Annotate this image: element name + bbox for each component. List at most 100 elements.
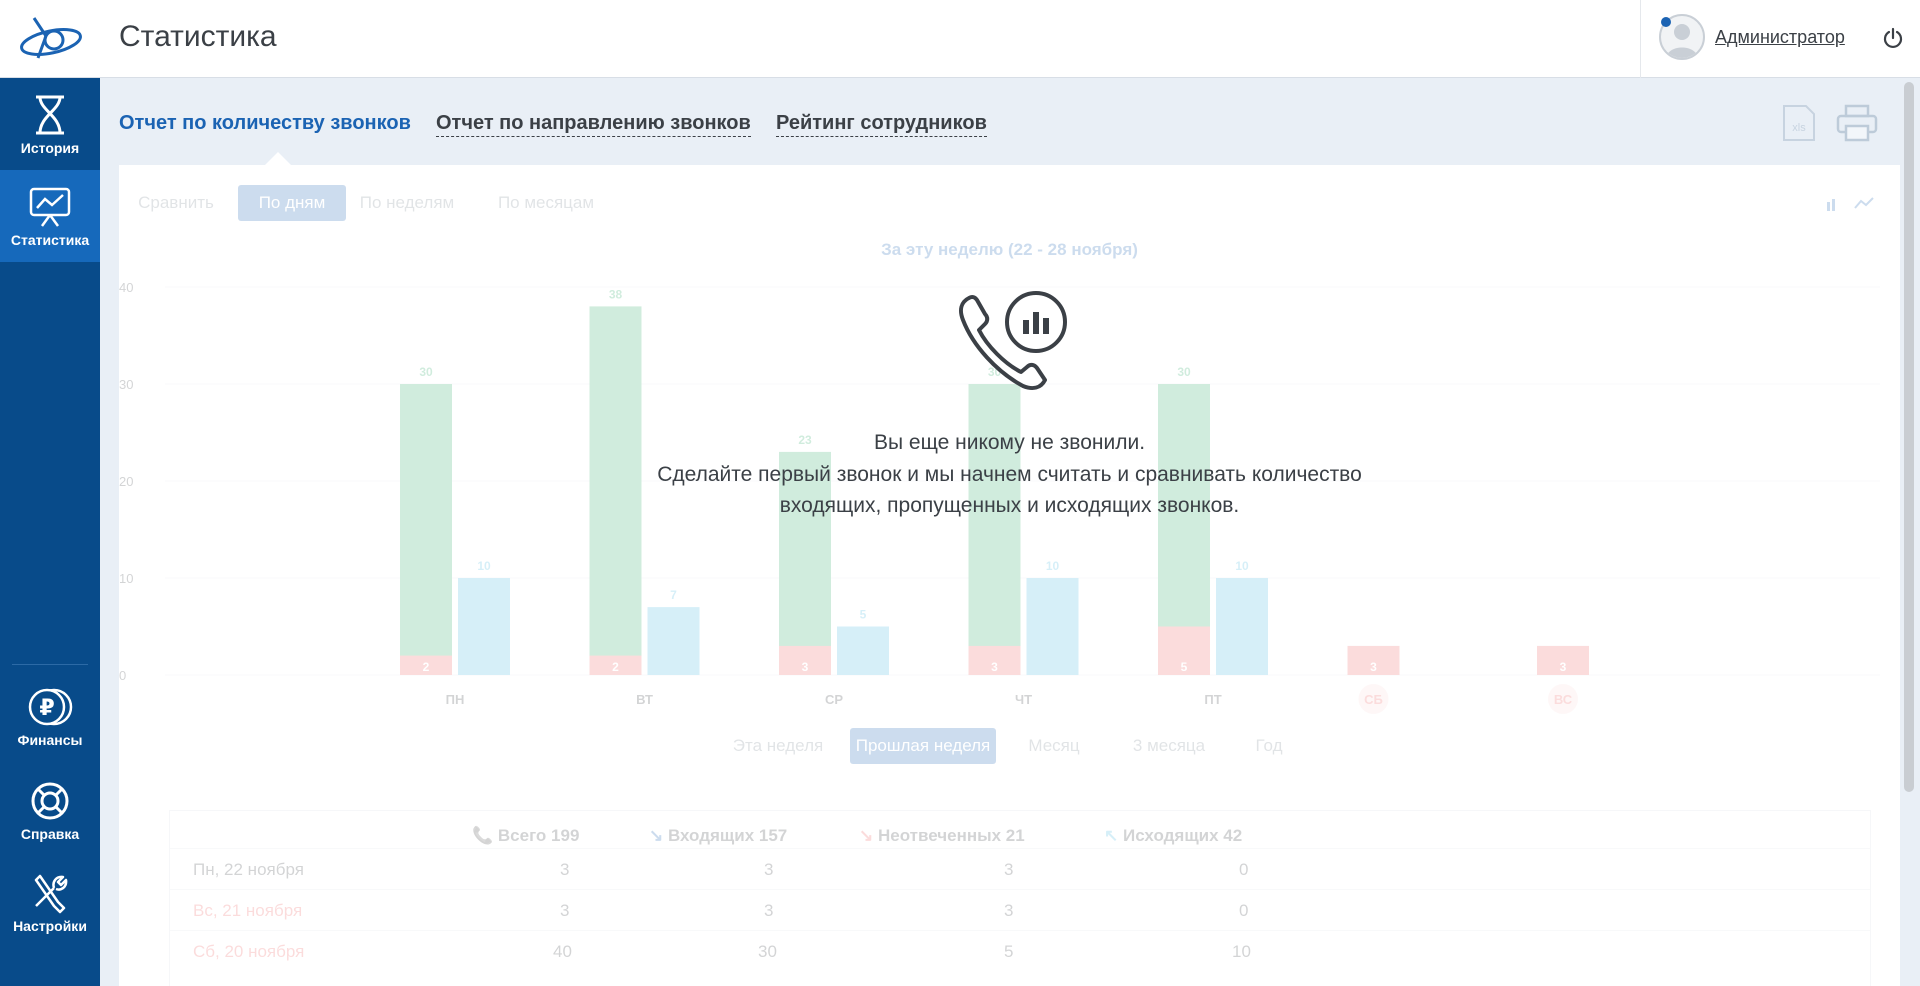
user-block: Администратор [1640, 0, 1920, 78]
table-row[interactable]: Вс, 21 ноября 3 3 3 0 [170, 889, 1870, 931]
sidebar-item-settings[interactable]: Настройки [0, 872, 100, 934]
data-label: 2 [612, 660, 619, 674]
data-label: 30 [1177, 365, 1191, 379]
data-label: 10 [1235, 559, 1249, 573]
period-month[interactable]: Месяц [1009, 728, 1099, 764]
header-outgoing: ↖ Исходящих 42 [1104, 826, 1243, 845]
data-label: 3 [991, 660, 998, 674]
x-tick-label: ЧТ [1015, 692, 1032, 707]
bar-total [589, 306, 642, 675]
phone-icon: 📞 [472, 826, 498, 845]
bar-outgoing [1216, 578, 1268, 675]
tab-calls-count[interactable]: Отчет по количеству звонков [119, 112, 411, 136]
svg-text:₽: ₽ [39, 696, 54, 721]
bar-chart-mode-icon[interactable] [1825, 197, 1841, 211]
row-outgoing: 10 [1232, 942, 1251, 961]
header-total: 📞 Всего 199 [472, 826, 580, 845]
empty-state-text: входящих, пропущенных и исходящих звонко… [779, 494, 1240, 517]
tools-icon [34, 874, 68, 914]
header-incoming: ↘ Входящих 157 [649, 826, 788, 845]
page-title: Статистика [119, 20, 277, 53]
table-row[interactable]: Сб, 20 ноября 40 30 5 10 [170, 930, 1870, 972]
bar-total [968, 384, 1021, 675]
data-label: 3 [802, 660, 809, 674]
hourglass-icon [36, 95, 64, 135]
active-tab-pointer [265, 152, 291, 165]
sidebar-divider [12, 664, 88, 665]
x-tick-label: СБ [1364, 692, 1383, 707]
row-total: 3 [560, 860, 570, 879]
compare-toggle[interactable]: Сравнить [131, 185, 221, 221]
y-tick-label: 40 [119, 280, 133, 295]
outgoing-arrow-icon: ↖ [1104, 826, 1123, 845]
incoming-arrow-icon: ↘ [649, 826, 668, 845]
x-tick-label: ВТ [636, 692, 653, 707]
row-missed: 3 [1004, 901, 1014, 920]
row-missed: 3 [1004, 860, 1014, 879]
power-icon[interactable] [1881, 26, 1905, 50]
bar-outgoing [837, 626, 889, 675]
online-status-dot [1661, 17, 1671, 27]
sidebar-item-statistics[interactable]: Статистика [0, 186, 100, 248]
group-by-weeks[interactable]: По неделям [351, 185, 463, 221]
data-label: 2 [423, 660, 430, 674]
x-tick-label: ПН [446, 692, 465, 707]
user-name-link[interactable]: Администратор [1715, 27, 1845, 48]
period-3-months[interactable]: 3 месяца [1109, 728, 1229, 764]
lifebuoy-icon [31, 782, 69, 820]
group-by-months[interactable]: По месяцам [481, 185, 611, 221]
row-date: Пн, 22 ноября [193, 860, 304, 879]
x-tick-label: СР [825, 692, 843, 707]
row-outgoing: 0 [1239, 901, 1249, 920]
data-label: 38 [609, 287, 623, 301]
row-total: 3 [560, 901, 570, 920]
sidebar-item-finance[interactable]: ₽ Финансы [0, 686, 100, 748]
x-tick-label: ПТ [1204, 692, 1221, 707]
data-label: 30 [419, 365, 433, 379]
row-incoming: 3 [764, 901, 774, 920]
svg-text:xls: xls [1792, 122, 1806, 134]
group-by-days[interactable]: По дням [238, 185, 346, 221]
chart-title: За эту неделю (22 - 28 ноября) [881, 240, 1138, 259]
sidebar-item-help[interactable]: Справка [0, 780, 100, 842]
table-row[interactable]: Пн, 22 ноября 3 3 3 0 [170, 848, 1870, 890]
sidebar-item-label: Справка [20, 826, 80, 842]
sidebar-item-label: Статистика [10, 232, 90, 248]
scrollbar[interactable] [1904, 82, 1914, 792]
xls-export-icon[interactable]: xls [1782, 104, 1816, 142]
stats-table: 📞 Всего 199 ↘ Входящих 157 ↘ Неотвеченны… [169, 810, 1871, 986]
bar-total [400, 384, 452, 675]
sidebar-item-label: Настройки [13, 918, 87, 934]
print-icon[interactable] [1836, 104, 1878, 142]
data-label: 10 [477, 559, 491, 573]
logo-icon[interactable] [16, 12, 86, 66]
sidebar: История Статистика ₽ Финансы Справка Нас… [0, 78, 100, 986]
phone-stats-icon [959, 291, 1067, 390]
row-missed: 5 [1004, 942, 1014, 961]
bar-outgoing [458, 578, 510, 675]
row-total: 40 [553, 942, 572, 961]
data-label: 3 [1560, 660, 1567, 674]
y-tick-label: 30 [119, 377, 133, 392]
tab-employee-rating[interactable]: Рейтинг сотрудников [776, 112, 987, 137]
data-label: 3 [1370, 660, 1377, 674]
x-tick-label: ВС [1554, 692, 1573, 707]
row-outgoing: 0 [1239, 860, 1249, 879]
bar-outgoing [647, 607, 700, 675]
data-label: 5 [860, 608, 867, 622]
row-incoming: 30 [758, 942, 777, 961]
sidebar-item-label: История [20, 140, 80, 156]
sidebar-item-history[interactable]: История [0, 94, 100, 156]
period-this-week[interactable]: Эта неделя [723, 728, 833, 764]
missed-arrow-icon: ↘ [859, 826, 878, 845]
y-tick-label: 10 [119, 571, 133, 586]
sidebar-item-label: Финансы [17, 732, 83, 748]
row-date: Вс, 21 ноября [193, 901, 303, 920]
line-chart-mode-icon[interactable] [1854, 195, 1874, 211]
period-last-week[interactable]: Прошлая неделя [850, 728, 996, 764]
data-label: 10 [1046, 559, 1060, 573]
tab-calls-direction[interactable]: Отчет по направлению звонков [436, 112, 751, 137]
period-year[interactable]: Год [1239, 728, 1299, 764]
row-date: Сб, 20 ноября [193, 942, 305, 961]
y-tick-label: 0 [119, 668, 126, 683]
